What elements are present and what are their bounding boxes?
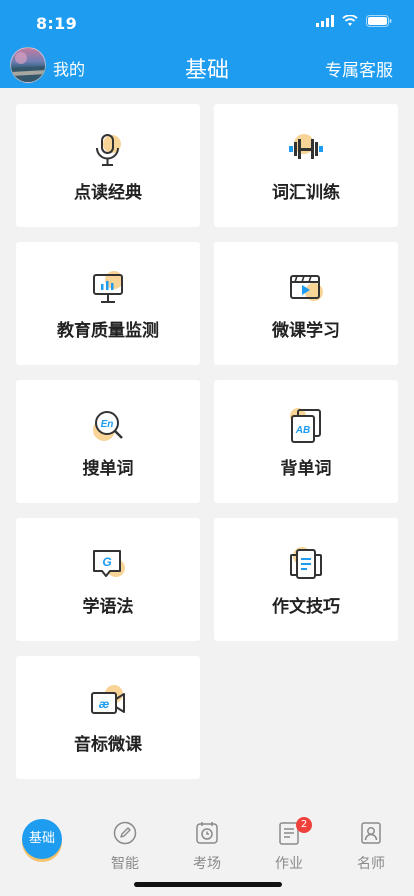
signal-icon (316, 15, 334, 27)
card-label: 音标微课 (74, 735, 142, 755)
card-label: 学语法 (82, 597, 134, 617)
status-bar: 8:19 (0, 0, 414, 44)
search-word-glyph: En (101, 419, 114, 430)
pencil-circle-icon (113, 821, 137, 845)
tab-homework[interactable]: 2 作业 (259, 813, 319, 872)
tab-basic[interactable]: 基础 (12, 813, 72, 869)
tab-label: 考场 (193, 856, 221, 872)
video-player-icon (288, 270, 324, 306)
grammar-glyph: G (102, 555, 111, 569)
tab-label: 作业 (275, 856, 303, 872)
flashcards-icon: AB (288, 408, 324, 444)
tab-teachers[interactable]: 名师 (341, 813, 401, 872)
phonetic-video-icon: æ (90, 684, 126, 720)
card-label: 词汇训练 (272, 183, 340, 203)
card-memorize-words[interactable]: AB 背单词 (214, 380, 398, 503)
card-label: 背单词 (280, 459, 332, 479)
tab-exam[interactable]: 考场 (177, 813, 237, 872)
grammar-chat-icon: G (90, 546, 126, 582)
microphone-icon (90, 132, 126, 168)
card-grammar[interactable]: G 学语法 (16, 518, 200, 641)
battery-icon (366, 15, 392, 27)
presentation-chart-icon (90, 270, 126, 306)
status-time: 8:19 (36, 14, 77, 33)
search-word-icon: En (90, 408, 126, 444)
card-search-word[interactable]: En 搜单词 (16, 380, 200, 503)
phonetic-glyph: æ (99, 697, 110, 711)
card-label: 点读经典 (74, 183, 142, 203)
status-icons (316, 15, 392, 27)
tab-label: 智能 (111, 856, 139, 872)
card-phonetics[interactable]: æ 音标微课 (16, 656, 200, 779)
tab-label: 名师 (357, 856, 385, 872)
card-diandu[interactable]: 点读经典 (16, 104, 200, 227)
card-vocab-training[interactable]: 词汇训练 (214, 104, 398, 227)
teacher-card-icon (361, 822, 381, 844)
card-quality-monitor[interactable]: 教育质量监测 (16, 242, 200, 365)
wifi-icon (342, 15, 358, 26)
documents-icon (288, 546, 324, 582)
flashcards-glyph: AB (295, 425, 310, 436)
dumbbell-icon (288, 132, 324, 168)
home-circle-icon: 基础 (22, 819, 62, 859)
exam-clock-icon (196, 822, 218, 844)
homework-badge: 2 (296, 817, 312, 833)
card-micro-lessons[interactable]: 微课学习 (214, 242, 398, 365)
card-label: 微课学习 (272, 321, 340, 341)
app-header: 8:19 我的 基础 专属客服 (0, 0, 414, 88)
card-label: 教育质量监测 (57, 321, 159, 341)
card-writing-skills[interactable]: 作文技巧 (214, 518, 398, 641)
card-label: 搜单词 (82, 459, 134, 479)
home-indicator[interactable] (134, 882, 282, 887)
nav-bar: 我的 基础 专属客服 (0, 44, 414, 88)
customer-service-link[interactable]: 专属客服 (325, 56, 393, 81)
card-label: 作文技巧 (272, 597, 340, 617)
tab-smart[interactable]: 智能 (95, 813, 155, 872)
